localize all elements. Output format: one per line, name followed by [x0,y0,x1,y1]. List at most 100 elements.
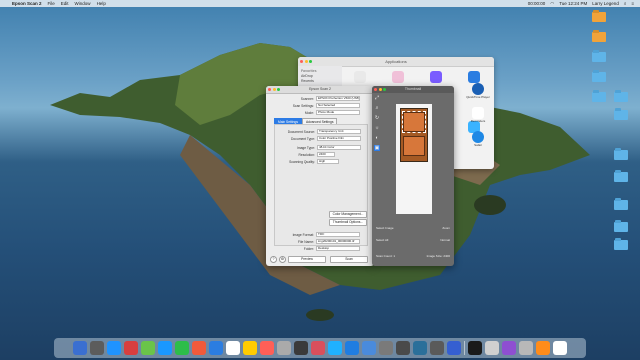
dock-app-icon[interactable] [345,341,359,355]
dock-app-icon[interactable] [243,341,257,355]
desktop-folder-icon[interactable] [588,70,610,83]
sidebar-item[interactable]: AirDrop [301,74,339,78]
desktop-folder-icon[interactable] [588,30,610,43]
sidebar-item[interactable]: Recents [301,79,339,83]
close-button[interactable] [374,88,377,91]
film-frame[interactable] [403,136,425,156]
film-frame-selected[interactable] [402,111,426,133]
dock-app-icon[interactable] [311,341,325,355]
dock-app-icon[interactable] [73,341,87,355]
menu-edit[interactable]: Edit [61,1,69,6]
dock-app-icon[interactable] [141,341,155,355]
dock-app-icon[interactable] [519,341,533,355]
desktop-folder-icon[interactable] [610,170,632,183]
image-format-select[interactable]: TIFF [316,231,360,238]
dock-app-icon[interactable] [362,341,376,355]
select-tool-icon[interactable]: ⤢ [374,95,380,101]
minimize-button[interactable] [304,60,308,63]
dock-app-icon[interactable] [430,341,444,355]
app-icon[interactable] [354,71,366,83]
user-menu[interactable]: Larry Legend [592,1,619,6]
menu-window[interactable]: Window [75,1,91,6]
dock-app-icon[interactable] [209,341,223,355]
zoom-button[interactable] [383,88,386,91]
document-type-row: Document Type: Color Positive Film [267,135,374,142]
mode-select[interactable]: Photo Mode [316,109,360,116]
scan-settings-select[interactable]: Not Selected [316,102,360,109]
quicktime-icon[interactable] [472,83,484,95]
scanner-select[interactable]: EPSON Perfection V600 (USB) [316,95,360,102]
folder-select[interactable]: Desktop [316,245,360,252]
menu-file[interactable]: File [48,1,55,6]
dock-app-icon[interactable] [413,341,427,355]
color-icon[interactable]: ◐ [374,135,380,141]
dock-app-icon[interactable] [468,341,482,355]
zoom-button[interactable] [277,88,280,91]
menu-help[interactable]: Help [97,1,106,6]
dock-app-icon[interactable] [536,341,550,355]
select-image-checkbox[interactable]: Select Image [376,226,394,230]
close-button[interactable] [268,88,271,91]
desktop-folder-icon[interactable] [588,90,610,103]
document-type-select[interactable]: Color Positive Film [317,135,361,142]
dock-app-icon[interactable] [107,341,121,355]
desktop-folder-icon[interactable] [610,198,632,211]
desktop-folder-icon[interactable] [610,108,632,121]
scan-button[interactable]: Scan [330,256,368,263]
safari-icon[interactable] [472,131,484,143]
desktop-folder-icon[interactable] [610,238,632,251]
dock-app-icon[interactable] [379,341,393,355]
reminders-icon[interactable] [472,107,484,119]
menu-clock[interactable]: Tue 12:24 PM [559,1,587,6]
thumbnail-options-button[interactable]: Thumbnail Options... [329,219,367,226]
rotate-icon[interactable]: ↻ [374,115,380,121]
app-menu[interactable]: Epson Scan 2 [12,1,42,6]
select-all-checkbox[interactable]: Select All [376,238,388,242]
dock-app-icon[interactable] [447,341,461,355]
dock-app-icon[interactable] [396,341,410,355]
color-management-button[interactable]: Color Management... [329,211,367,218]
search-icon[interactable]: ⌕ [624,1,627,6]
dock-app-icon[interactable] [485,341,499,355]
desktop-folder-icon[interactable] [610,220,632,233]
dock-app-icon[interactable] [328,341,342,355]
marquee-icon[interactable]: ▣ [374,145,380,151]
desktop-folder-icon[interactable] [610,90,632,103]
zoom-button[interactable] [309,60,312,63]
desktop-folder-icon[interactable] [588,10,610,23]
image-type-select[interactable]: 48-bit Color [317,144,361,151]
minimize-button[interactable] [378,88,382,91]
app-icon[interactable] [392,71,404,83]
app-icon[interactable] [430,71,442,83]
dock-app-icon[interactable] [90,341,104,355]
dock-app-icon[interactable] [158,341,172,355]
dock-app-icon[interactable] [277,341,291,355]
help-icon[interactable]: ? [270,256,277,263]
zoom-tool-icon[interactable]: ⌕ [374,105,380,111]
desktop-folder-icon[interactable] [610,148,632,161]
thumbnail-toolbar: ⤢ ⌕ ↻ ☼ ◐ ▣ [374,95,382,155]
resolution-select[interactable]: 2400 [317,151,335,158]
dock-app-icon[interactable] [124,341,138,355]
file-name-select[interactable]: img20200101_00000000.tif [316,238,360,245]
dock-app-icon[interactable] [175,341,189,355]
control-center-icon[interactable]: ≡ [631,1,634,6]
dock-app-icon[interactable] [260,341,274,355]
document-source-select[interactable]: Transparency Unit [317,128,361,135]
preview-button[interactable]: Preview [288,256,326,263]
settings-gear-icon[interactable]: ⚙ [279,256,286,263]
wifi-icon[interactable]: ◠ [550,1,554,7]
dock-app-icon[interactable] [553,341,567,355]
dock-app-icon[interactable] [192,341,206,355]
scanning-quality-select[interactable]: High [317,158,339,165]
dock-app-icon[interactable] [502,341,516,355]
dock-app-icon[interactable] [294,341,308,355]
app-icon[interactable] [468,71,480,83]
minimize-button[interactable] [272,88,276,91]
desktop-folder-icon[interactable] [588,50,610,63]
preview-area[interactable] [396,104,432,214]
close-button[interactable] [300,60,303,63]
normal-option[interactable]: Normal [440,238,450,242]
dock-app-icon[interactable] [226,341,240,355]
adjust-icon[interactable]: ☼ [374,125,380,131]
